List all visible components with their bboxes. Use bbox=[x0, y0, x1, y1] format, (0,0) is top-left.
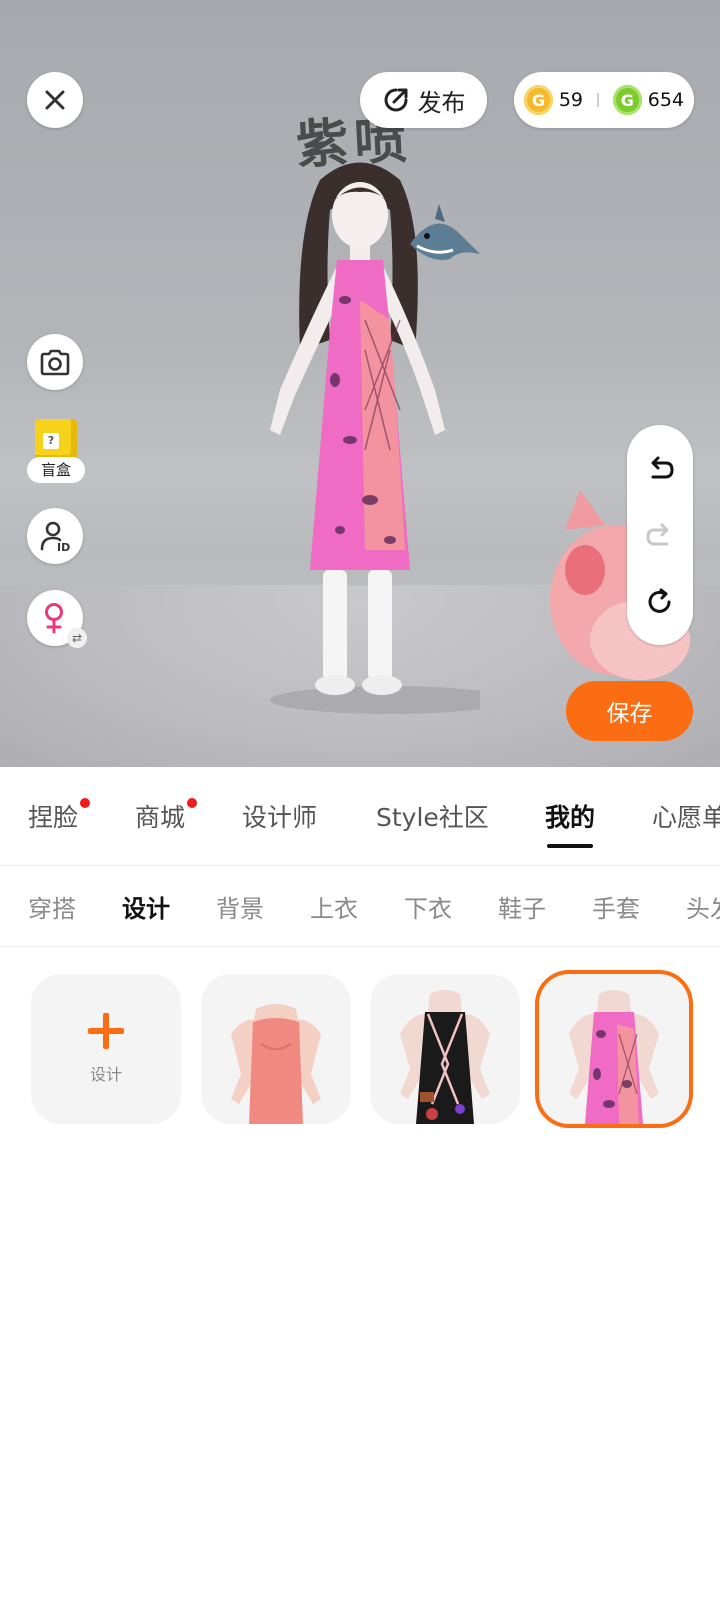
tab-label: Style社区 bbox=[376, 803, 489, 832]
active-tab-indicator bbox=[547, 844, 594, 848]
edit-history-toolbar bbox=[627, 425, 693, 645]
avatar-id-button[interactable]: ID bbox=[27, 508, 83, 564]
new-design-label: 设计 bbox=[89, 1065, 122, 1084]
tab-face[interactable]: 捏脸 bbox=[28, 767, 91, 865]
gender-switch-button[interactable]: ⇄ bbox=[27, 590, 87, 648]
publish-label: 发布 bbox=[417, 88, 466, 117]
notification-dot bbox=[80, 798, 91, 808]
tab-style-community[interactable]: Style社区 bbox=[376, 767, 489, 865]
camera-icon bbox=[40, 349, 70, 376]
new-design-button[interactable]: 设计 bbox=[31, 974, 181, 1124]
notification-dot bbox=[187, 798, 198, 808]
reset-button[interactable] bbox=[640, 582, 680, 622]
subtab-design[interactable]: 设计 bbox=[122, 866, 170, 946]
subtab-shoes[interactable]: 鞋子 bbox=[498, 866, 546, 946]
currency-divider bbox=[597, 93, 599, 107]
pink-dress-thumbnail bbox=[569, 990, 659, 1124]
blind-box-label: 盲盒 bbox=[27, 457, 85, 483]
redo-button[interactable] bbox=[640, 515, 680, 555]
camera-button[interactable] bbox=[27, 334, 83, 390]
green-coin-count: 654 bbox=[647, 89, 684, 111]
shark-pet bbox=[410, 204, 480, 260]
sub-tab-bar: 穿搭 设计 背景 上衣 下衣 鞋子 手套 头发 bbox=[0, 866, 720, 947]
close-button[interactable] bbox=[27, 72, 83, 128]
publish-icon bbox=[384, 88, 407, 112]
user-id-icon: ID bbox=[40, 521, 70, 553]
green-coin-icon: G bbox=[612, 85, 642, 115]
subtab-tops[interactable]: 上衣 bbox=[310, 866, 358, 946]
plus-icon bbox=[88, 1013, 124, 1049]
tab-shop[interactable]: 商城 bbox=[135, 767, 198, 865]
main-tab-bar: 捏脸 商城 设计师 Style社区 我的 心愿单 bbox=[0, 767, 720, 866]
undo-icon bbox=[651, 456, 674, 479]
subtab-outfits[interactable]: 穿搭 bbox=[28, 866, 76, 946]
svg-text:ID: ID bbox=[57, 541, 70, 553]
design-item-coral-dress[interactable] bbox=[201, 974, 351, 1124]
currency-display[interactable]: G 59 G 654 bbox=[514, 72, 694, 128]
gold-coin-count: 59 bbox=[558, 89, 583, 111]
female-gender-icon bbox=[45, 603, 63, 634]
subtab-bottoms[interactable]: 下衣 bbox=[404, 866, 452, 946]
tab-label: 设计师 bbox=[242, 803, 318, 832]
close-icon bbox=[45, 90, 65, 110]
tab-mine[interactable]: 我的 bbox=[545, 767, 595, 865]
subtab-background[interactable]: 背景 bbox=[216, 866, 264, 946]
redo-icon bbox=[646, 523, 669, 546]
coral-dress-thumbnail bbox=[231, 1004, 321, 1124]
tab-label: 商城 bbox=[135, 803, 186, 832]
tab-label: 捏脸 bbox=[28, 803, 79, 832]
undo-button[interactable] bbox=[640, 448, 680, 488]
tab-label: 我的 bbox=[545, 803, 596, 832]
subtab-gloves[interactable]: 手套 bbox=[592, 866, 640, 946]
black-dress-thumbnail bbox=[400, 990, 490, 1124]
design-item-pink-dress[interactable] bbox=[539, 974, 689, 1124]
tab-designer[interactable]: 设计师 bbox=[242, 767, 317, 865]
subtab-hair[interactable]: 头发 bbox=[686, 866, 720, 946]
refresh-icon bbox=[648, 588, 671, 613]
blind-box-icon: ? bbox=[35, 419, 77, 461]
avatar-viewport[interactable]: 紫喷 发布 G 59 G 654 ? 盲盒 ID ⇄ 保存 bbox=[0, 0, 720, 767]
publish-button[interactable]: 发布 bbox=[360, 72, 487, 128]
design-item-black-dress[interactable] bbox=[370, 974, 520, 1124]
tab-wishlist[interactable]: 心愿单 bbox=[652, 767, 720, 865]
blind-box-button[interactable]: ? 盲盒 bbox=[27, 419, 85, 485]
tab-label: 心愿单 bbox=[652, 803, 720, 832]
gold-coin-icon: G bbox=[524, 85, 553, 115]
save-button[interactable]: 保存 bbox=[566, 681, 693, 741]
swap-icon: ⇄ bbox=[67, 628, 87, 648]
